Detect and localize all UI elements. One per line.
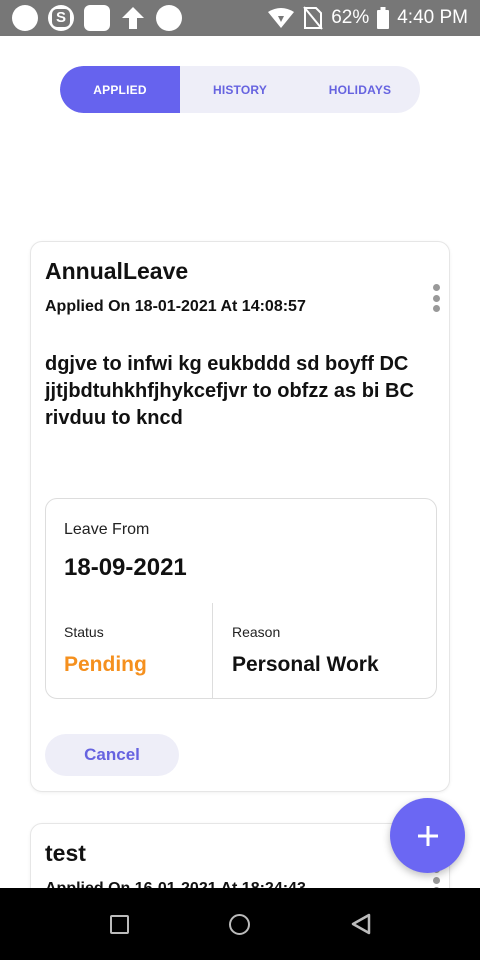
no-sim-icon <box>303 6 323 30</box>
back-icon[interactable] <box>350 913 372 935</box>
notification-circle-icon <box>156 5 182 31</box>
upload-arrow-icon <box>122 7 144 29</box>
wifi-icon <box>268 8 295 28</box>
applied-on-text: Applied On 16-01-2021 At 18:24:43 <box>45 880 306 888</box>
applied-on-text: Applied On 18-01-2021 At 14:08:57 <box>45 298 306 315</box>
leave-description: dgjve to infwi kg eukbddd sd boyff DC jj… <box>45 353 414 429</box>
tab-bar: APPLIED HISTORY HOLIDAYS <box>60 66 420 113</box>
home-icon[interactable] <box>229 914 250 935</box>
status-bar: S 62% 4:40 PM <box>0 0 480 36</box>
navigation-bar <box>0 888 480 960</box>
top-header: APPLIED HISTORY HOLIDAYS <box>0 36 480 142</box>
cancel-button[interactable]: Cancel <box>45 734 179 776</box>
tab-history[interactable]: HISTORY <box>180 66 300 113</box>
status-time: 4:40 PM <box>397 7 468 28</box>
leave-from-value: 18-09-2021 <box>64 554 187 581</box>
battery-percent: 62% <box>331 7 370 28</box>
leave-from-label: Leave From <box>64 521 150 538</box>
notification-circle-icon <box>12 5 38 31</box>
leave-type-title: AnnualLeave <box>45 258 189 284</box>
details-divider <box>212 603 213 699</box>
more-options-icon[interactable] <box>429 284 443 312</box>
leave-card: test Applied On 16-01-2021 At 18:24:43 <box>30 823 450 888</box>
battery-icon <box>377 7 390 29</box>
add-leave-button[interactable] <box>390 798 465 873</box>
plus-icon <box>417 825 438 846</box>
tab-holidays[interactable]: HOLIDAYS <box>300 66 420 113</box>
tab-applied[interactable]: APPLIED <box>60 66 180 113</box>
leave-details-box: Leave From 18-09-2021 Status Pending Rea… <box>45 498 437 699</box>
skype-icon: S <box>48 5 74 31</box>
leave-list[interactable]: AnnualLeave Applied On 18-01-2021 At 14:… <box>0 142 480 888</box>
status-system: 62% 4:40 PM <box>267 0 468 36</box>
reason-value: Personal Work <box>232 653 379 676</box>
reason-label: Reason <box>232 624 281 640</box>
leave-type-title: test <box>45 840 86 866</box>
leave-card: AnnualLeave Applied On 18-01-2021 At 14:… <box>30 241 450 792</box>
status-label: Status <box>64 624 104 640</box>
square-app-icon <box>84 5 110 31</box>
status-notifications: S <box>12 5 182 31</box>
recents-icon[interactable] <box>110 915 129 934</box>
status-value: Pending <box>64 653 147 676</box>
